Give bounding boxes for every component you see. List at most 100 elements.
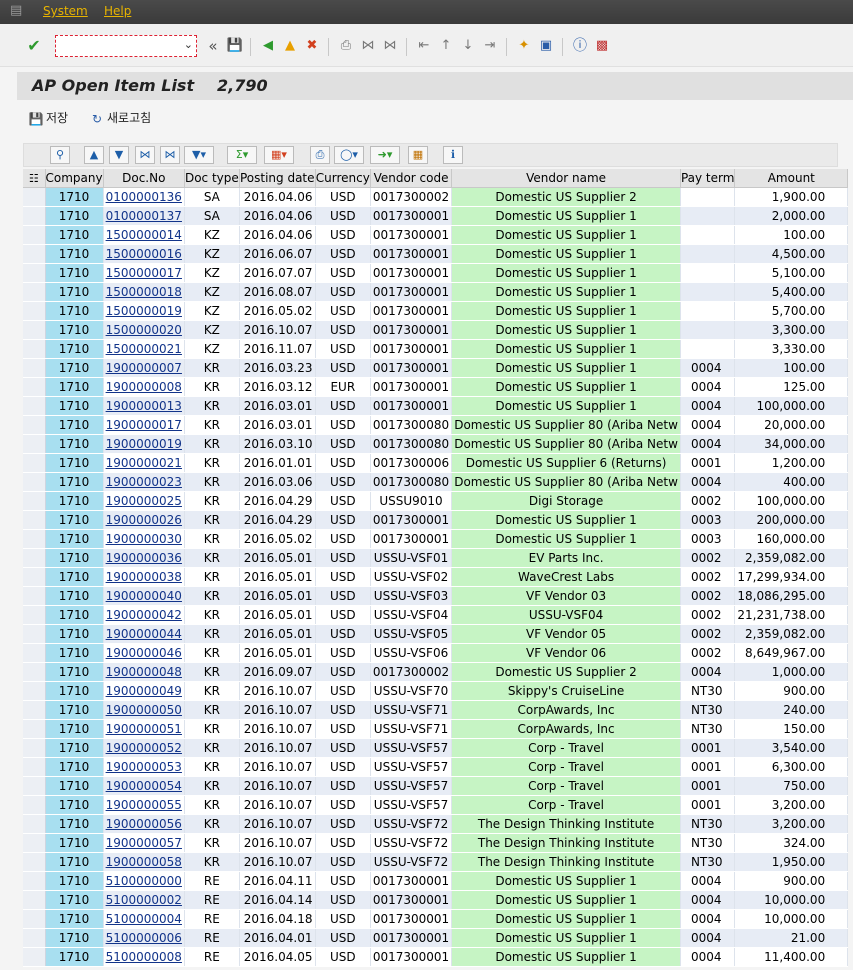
row-selector[interactable]: [23, 358, 46, 378]
doc-type-cell[interactable]: KR: [184, 377, 240, 397]
amount-cell[interactable]: 3,330.00: [734, 339, 849, 359]
vendor-name-cell[interactable]: Domestic US Supplier 1: [451, 244, 681, 264]
posting-date-cell[interactable]: 2016.04.01: [239, 928, 316, 948]
company-cell[interactable]: 1710: [45, 605, 104, 625]
pay-term-cell[interactable]: 0004: [680, 890, 736, 910]
posting-date-cell[interactable]: 2016.10.07: [239, 700, 316, 720]
currency-cell[interactable]: USD: [315, 301, 371, 321]
company-cell[interactable]: 1710: [45, 377, 104, 397]
vendor-name-cell[interactable]: Corp - Travel: [451, 776, 681, 796]
doc-no-link[interactable]: 1900000007: [106, 361, 182, 375]
amount-cell[interactable]: 100,000.00: [734, 491, 849, 511]
vendor-name-cell[interactable]: Domestic US Supplier 1: [451, 396, 681, 416]
doc-no-link[interactable]: 5100000008: [106, 950, 182, 964]
doc-type-cell[interactable]: KR: [184, 567, 240, 587]
table-row[interactable]: 1710 1900000038 KR 2016.05.01 USD USSU-VSF02 W…: [23, 567, 849, 587]
currency-cell[interactable]: USD: [315, 548, 371, 568]
company-cell[interactable]: 1710: [45, 434, 104, 454]
doc-no-link[interactable]: 0100000137: [106, 209, 182, 223]
pay-term-cell[interactable]: 0001: [680, 776, 736, 796]
table-row[interactable]: 1710 1900000044 KR 2016.05.01 USD USSU-VSF05 V…: [23, 624, 849, 644]
amount-cell[interactable]: 100.00: [734, 358, 849, 378]
posting-date-cell[interactable]: 2016.05.01: [239, 586, 316, 606]
pay-term-cell[interactable]: [680, 206, 736, 226]
doc-no-link[interactable]: 1900000013: [106, 399, 182, 413]
doc-type-cell[interactable]: RE: [184, 928, 240, 948]
vendor-name-cell[interactable]: WaveCrest Labs: [451, 567, 681, 587]
company-cell[interactable]: 1710: [45, 776, 104, 796]
posting-date-cell[interactable]: 2016.09.07: [239, 662, 316, 682]
posting-date-cell[interactable]: 2016.07.07: [239, 263, 316, 283]
company-cell[interactable]: 1710: [45, 624, 104, 644]
amount-cell[interactable]: 5,100.00: [734, 263, 849, 283]
row-selector[interactable]: [23, 510, 46, 530]
doc-type-cell[interactable]: KR: [184, 605, 240, 625]
currency-cell[interactable]: USD: [315, 928, 371, 948]
print-preview-icon[interactable]: ⎙: [310, 146, 330, 164]
table-row[interactable]: 1710 1500000020 KZ 2016.10.07 USD 0017300001 D…: [23, 320, 849, 340]
column-header[interactable]: Vendor name: [451, 169, 681, 188]
pay-term-cell[interactable]: 0004: [680, 434, 736, 454]
doc-type-cell[interactable]: KR: [184, 757, 240, 777]
total-sum-icon[interactable]: Σ▾: [227, 146, 257, 164]
company-cell[interactable]: 1710: [45, 491, 104, 511]
amount-cell[interactable]: 11,400.00: [734, 947, 849, 967]
row-selector[interactable]: [23, 339, 46, 359]
views-icon[interactable]: ◯▾: [334, 146, 364, 164]
table-row[interactable]: 1710 1900000040 KR 2016.05.01 USD USSU-VSF03 V…: [23, 586, 849, 606]
amount-cell[interactable]: 2,000.00: [734, 206, 849, 226]
doc-type-cell[interactable]: KR: [184, 586, 240, 606]
table-row[interactable]: 1710 1500000016 KZ 2016.06.07 USD 0017300001 D…: [23, 244, 849, 264]
vendor-name-cell[interactable]: The Design Thinking Institute: [451, 814, 681, 834]
row-selector[interactable]: [23, 187, 46, 207]
vendor-name-cell[interactable]: Domestic US Supplier 1: [451, 263, 681, 283]
find-icon[interactable]: ⋈: [359, 37, 377, 55]
vendor-code-cell[interactable]: USSU9010: [370, 491, 453, 511]
vendor-code-cell[interactable]: 0017300002: [370, 662, 453, 682]
amount-cell[interactable]: 17,299,934.00: [734, 567, 849, 587]
amount-cell[interactable]: 240.00: [734, 700, 849, 720]
currency-cell[interactable]: USD: [315, 567, 371, 587]
currency-cell[interactable]: USD: [315, 814, 371, 834]
amount-cell[interactable]: 6,300.00: [734, 757, 849, 777]
row-selector[interactable]: [23, 757, 46, 777]
posting-date-cell[interactable]: 2016.03.01: [239, 396, 316, 416]
menu-grip-icon[interactable]: ▤: [10, 3, 22, 18]
doc-type-cell[interactable]: KZ: [184, 225, 240, 245]
table-row[interactable]: 1710 1900000007 KR 2016.03.23 USD 0017300001 D…: [23, 358, 849, 378]
doc-no-link[interactable]: 1900000048: [106, 665, 182, 679]
posting-date-cell[interactable]: 2016.05.01: [239, 567, 316, 587]
doc-no-link[interactable]: 1900000042: [106, 608, 182, 622]
save-button[interactable]: 💾 저장: [28, 109, 69, 126]
vendor-code-cell[interactable]: 0017300001: [370, 358, 453, 378]
posting-date-cell[interactable]: 2016.05.01: [239, 548, 316, 568]
posting-date-cell[interactable]: 2016.05.02: [239, 301, 316, 321]
vendor-name-cell[interactable]: Domestic US Supplier 1: [451, 909, 681, 929]
vendor-code-cell[interactable]: USSU-VSF02: [370, 567, 453, 587]
currency-cell[interactable]: USD: [315, 852, 371, 872]
doc-type-cell[interactable]: KR: [184, 662, 240, 682]
vendor-name-cell[interactable]: Domestic US Supplier 1: [451, 890, 681, 910]
posting-date-cell[interactable]: 2016.03.06: [239, 472, 316, 492]
pay-term-cell[interactable]: 0004: [680, 947, 736, 967]
pay-term-cell[interactable]: 0004: [680, 358, 736, 378]
pay-term-cell[interactable]: NT30: [680, 833, 736, 853]
doc-no-link[interactable]: 1900000038: [106, 570, 182, 584]
table-row[interactable]: 1710 1500000017 KZ 2016.07.07 USD 0017300001 D…: [23, 263, 849, 283]
table-row[interactable]: 1710 5100000002 RE 2016.04.14 USD 0017300001 D…: [23, 890, 849, 910]
vendor-name-cell[interactable]: Domestic US Supplier 1: [451, 320, 681, 340]
table-row[interactable]: 1710 1900000052 KR 2016.10.07 USD USSU-VSF57 C…: [23, 738, 849, 758]
posting-date-cell[interactable]: 2016.06.07: [239, 244, 316, 264]
doc-type-cell[interactable]: KR: [184, 681, 240, 701]
doc-no-link[interactable]: 5100000004: [106, 912, 182, 926]
row-selector[interactable]: [23, 586, 46, 606]
doc-no-link[interactable]: 5100000002: [106, 893, 182, 907]
vendor-name-cell[interactable]: Domestic US Supplier 1: [451, 225, 681, 245]
company-cell[interactable]: 1710: [45, 339, 104, 359]
company-cell[interactable]: 1710: [45, 282, 104, 302]
row-selector[interactable]: [23, 320, 46, 340]
doc-type-cell[interactable]: KR: [184, 434, 240, 454]
vendor-code-cell[interactable]: USSU-VSF06: [370, 643, 453, 663]
amount-cell[interactable]: 160,000.00: [734, 529, 849, 549]
vendor-code-cell[interactable]: 0017300002: [370, 187, 453, 207]
